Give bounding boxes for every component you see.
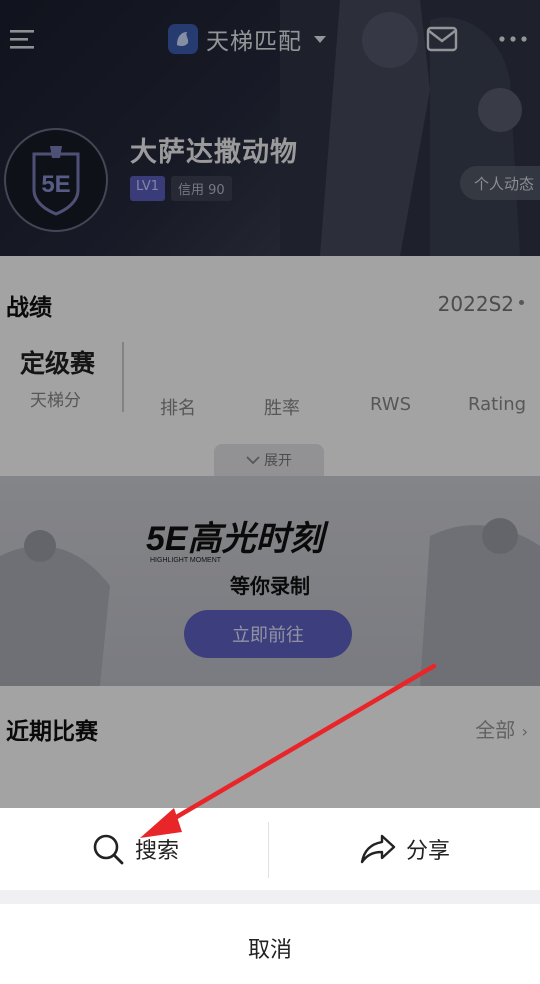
modal-backdrop[interactable] [0, 0, 540, 808]
cancel-button[interactable]: 取消 [0, 904, 540, 984]
share-icon [360, 834, 396, 864]
share-label: 分享 [405, 839, 450, 864]
action-sheet: 搜索 分享 取消 [0, 808, 540, 984]
search-icon [93, 834, 124, 865]
sheet-divider [268, 822, 269, 878]
search-button[interactable]: 搜索 [0, 808, 270, 890]
search-label: 搜索 [134, 839, 179, 864]
sheet-gap [0, 890, 540, 904]
share-button[interactable]: 分享 [270, 808, 540, 890]
action-row: 搜索 分享 [0, 808, 540, 890]
